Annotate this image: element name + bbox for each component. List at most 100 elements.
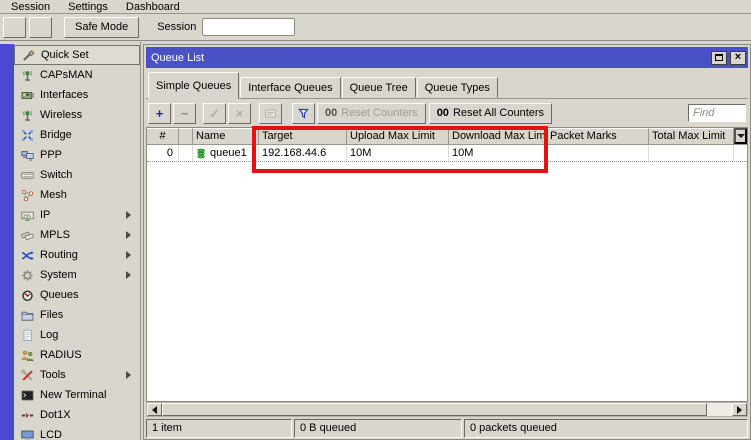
sidebar-item-switch[interactable]: Switch: [14, 165, 140, 185]
status-bar: 1 item0 B queued0 packets queued: [146, 419, 748, 438]
capsman-icon: [21, 69, 34, 82]
column-select-button[interactable]: [734, 128, 747, 144]
undo-arrow-icon: [8, 21, 21, 34]
tab-interface-queues[interactable]: Interface Queues: [240, 77, 340, 98]
sidebar-item-tools[interactable]: Tools: [14, 365, 140, 385]
sidebar-item-label: Files: [40, 309, 63, 321]
menu-item-session[interactable]: Session: [2, 1, 59, 13]
queue-table: # NameTargetUpload Max LimitDownload Max …: [146, 127, 748, 402]
window-titlebar[interactable]: Queue List ×: [146, 47, 748, 68]
scroll-right-button[interactable]: [732, 403, 747, 416]
column-header-name[interactable]: Name: [193, 128, 259, 144]
sidebar-item-interfaces[interactable]: Interfaces: [14, 85, 140, 105]
sidebar-item-ppp[interactable]: PPP: [14, 145, 140, 165]
radius-icon: [21, 349, 34, 362]
queue-icon: [196, 147, 207, 160]
comment-icon: [264, 107, 277, 120]
cell-text: 0: [167, 147, 173, 159]
sidebar-item-system[interactable]: System: [14, 265, 140, 285]
scrollbar-thumb[interactable]: [162, 403, 707, 416]
session-input[interactable]: [202, 18, 295, 36]
column-header-flags[interactable]: [179, 128, 193, 144]
system-icon: [21, 269, 34, 282]
scrollbar-track[interactable]: [707, 403, 732, 416]
enable-button[interactable]: ✓: [203, 103, 226, 124]
sidebar-item-label: Log: [40, 329, 58, 341]
window-title: Queue List: [151, 52, 204, 64]
reset-counters-icon: 00: [325, 107, 337, 119]
table-header-row: # NameTargetUpload Max LimitDownload Max …: [147, 128, 747, 145]
winbox-app: SessionSettingsDashboard Safe Mode Sessi…: [0, 0, 751, 440]
column-header-total-max-limit[interactable]: Total Max Limit: [649, 128, 734, 144]
column-header-download-max-lim[interactable]: Download Max Lim: [449, 128, 547, 144]
mesh-icon: [21, 189, 34, 202]
table-cell: 0: [147, 145, 179, 161]
close-button[interactable]: ×: [730, 51, 746, 65]
sidebar-item-log[interactable]: Log: [14, 325, 140, 345]
tab-strip: Simple QueuesInterface QueuesQueue TreeQ…: [146, 70, 748, 99]
queue-toolbar: +−✓× 00 Reset Counters 00 Reset All Coun…: [146, 99, 748, 127]
tab-simple-queues[interactable]: Simple Queues: [148, 72, 239, 99]
column-header-upload-max-limit[interactable]: Upload Max Limit: [347, 128, 449, 144]
sidebar-item-ip[interactable]: 255IP: [14, 205, 140, 225]
sidebar-item-lcd[interactable]: LCD: [14, 425, 140, 440]
sidebar-item-label: LCD: [40, 429, 62, 440]
sidebar-item-wireless[interactable]: Wireless: [14, 105, 140, 125]
sidebar-item-label: RADIUS: [40, 349, 82, 361]
scroll-right-icon: [737, 406, 742, 414]
sidebar-item-new-terminal[interactable]: New Terminal: [14, 385, 140, 405]
sidebar-item-capsman[interactable]: CAPsMAN: [14, 65, 140, 85]
sidebar-item-files[interactable]: Files: [14, 305, 140, 325]
sidebar-item-quick-set[interactable]: Quick Set: [14, 45, 140, 65]
chevron-down-icon: [737, 134, 745, 138]
sidebar-item-label: Queues: [40, 289, 79, 301]
filter-button[interactable]: [292, 103, 315, 124]
sidebar-item-mesh[interactable]: Mesh: [14, 185, 140, 205]
comment-button[interactable]: [259, 103, 282, 124]
filter-icon: [297, 107, 310, 120]
sidebar-item-dot1x[interactable]: Dot1X: [14, 405, 140, 425]
remove-button[interactable]: −: [173, 103, 196, 124]
sidebar-item-mpls[interactable]: MPLS: [14, 225, 140, 245]
sidebar-item-radius[interactable]: RADIUS: [14, 345, 140, 365]
reset-all-counters-button[interactable]: 00 Reset All Counters: [429, 103, 552, 124]
sidebar-item-bridge[interactable]: Bridge: [14, 125, 140, 145]
sidebar: Quick Set CAPsMAN InterfacesWireless Bridge…: [0, 42, 141, 440]
safe-mode-button[interactable]: Safe Mode: [64, 17, 139, 38]
find-input[interactable]: [688, 104, 746, 122]
tab-queue-types[interactable]: Queue Types: [417, 77, 498, 98]
sidebar-item-label: Routing: [40, 249, 78, 261]
queue-list-window: Queue List × Simple QueuesInterface Queu…: [143, 44, 751, 440]
dot1x-icon: [21, 409, 34, 422]
sidebar-item-routing[interactable]: Routing: [14, 245, 140, 265]
column-header-packet-marks[interactable]: Packet Marks: [547, 128, 649, 144]
tab-queue-tree[interactable]: Queue Tree: [342, 77, 416, 98]
table-row[interactable]: 0queue1192.168.44.610M10M: [147, 145, 747, 162]
redo-button[interactable]: [29, 17, 52, 38]
sidebar-item-label: CAPsMAN: [40, 69, 93, 81]
sidebar-item-label: Mesh: [40, 189, 67, 201]
menu-item-dashboard[interactable]: Dashboard: [117, 1, 189, 13]
close-icon: ×: [735, 52, 741, 63]
submenu-arrow-icon: [126, 271, 131, 279]
svg-text:255: 255: [23, 213, 31, 219]
horizontal-scrollbar[interactable]: [146, 402, 748, 417]
ppp-icon: [21, 149, 34, 162]
disable-button[interactable]: ×: [228, 103, 251, 124]
add-button[interactable]: +: [148, 103, 171, 124]
sidebar-accent-strip: [0, 44, 14, 440]
terminal-icon: [21, 389, 34, 402]
undo-button[interactable]: [3, 17, 26, 38]
column-header-target[interactable]: Target: [259, 128, 347, 144]
menu-item-settings[interactable]: Settings: [59, 1, 117, 13]
tools-icon: [21, 369, 34, 382]
sidebar-item-queues[interactable]: Queues: [14, 285, 140, 305]
sidebar-item-label: Bridge: [40, 129, 72, 141]
column-header-[interactable]: #: [147, 128, 179, 144]
reset-all-counters-label: Reset All Counters: [453, 107, 544, 119]
scroll-left-button[interactable]: [147, 403, 162, 416]
quick-set-icon: [22, 49, 35, 62]
maximize-button[interactable]: [711, 51, 727, 65]
reset-counters-button[interactable]: 00 Reset Counters: [317, 103, 426, 124]
sidebar-item-label: Tools: [40, 369, 66, 381]
